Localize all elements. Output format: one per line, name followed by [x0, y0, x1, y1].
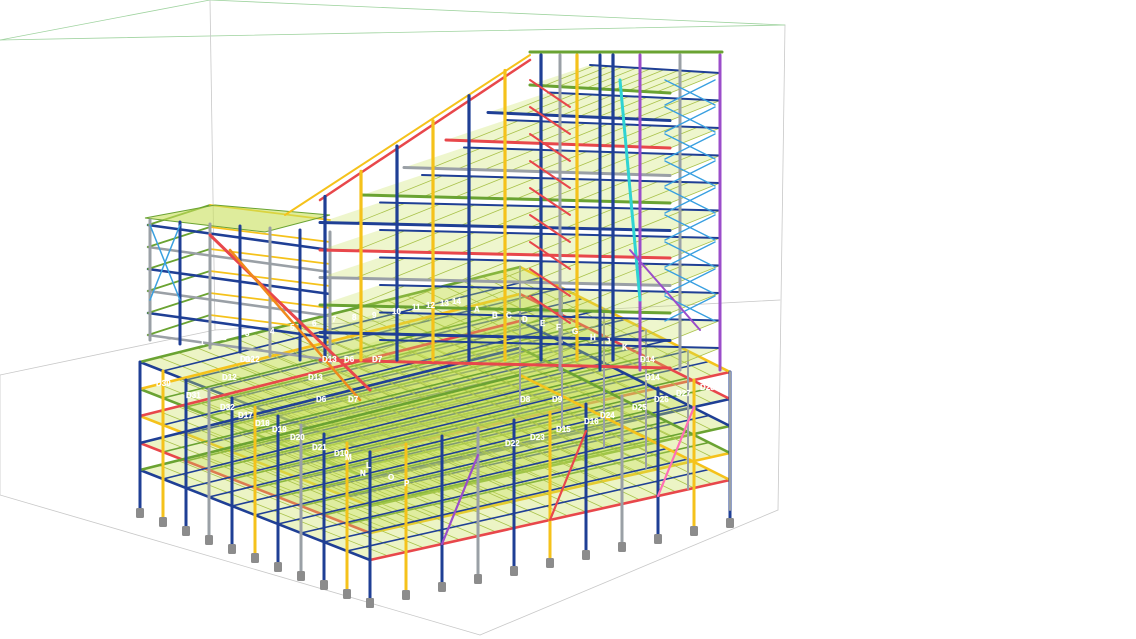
grid-label: 11: [412, 303, 421, 312]
pile-footing: [182, 526, 190, 536]
pile-footing: [726, 518, 734, 528]
pile-footing: [510, 566, 518, 576]
grid-label: D31: [186, 391, 201, 400]
pile-footing: [546, 558, 554, 568]
grid-label: D16: [584, 417, 599, 426]
pile-footing: [618, 542, 626, 552]
grid-label: D12: [245, 355, 260, 364]
grid-label: B: [492, 311, 498, 320]
grid-label: D29: [712, 377, 727, 386]
grid-label: M: [345, 453, 352, 462]
grid-label: N: [360, 469, 366, 478]
grid-label: 3: [245, 329, 250, 338]
pile-footing: [402, 590, 410, 600]
grid-label: D13: [322, 355, 337, 364]
grid-label: 9: [372, 311, 377, 320]
grid-label: D14: [640, 355, 655, 364]
grid-label: D20: [290, 433, 305, 442]
grid-label: H: [590, 333, 596, 342]
pile-footing: [251, 553, 259, 563]
pile-footing: [274, 562, 282, 572]
grid-label: E: [540, 319, 546, 328]
grid-label: D23: [530, 433, 545, 442]
pile-footing: [228, 544, 236, 554]
grid-label: D14: [645, 373, 660, 382]
pile-footing: [438, 582, 446, 592]
bounding-box-edge: [777, 24, 786, 511]
grid-label: 6: [312, 319, 317, 328]
pile-footing: [320, 580, 328, 590]
bounding-box-edge: [0, 0, 211, 41]
pile-footing: [474, 574, 482, 584]
pile-footing: [366, 598, 374, 608]
grid-label: D7: [372, 355, 383, 364]
grid-label: 10: [392, 307, 401, 316]
grid-label: 7: [332, 315, 337, 324]
grid-label: 5: [290, 323, 295, 332]
bounding-box-edge: [209, 0, 786, 26]
grid-label: L: [366, 461, 371, 470]
grid-label: D6: [316, 395, 327, 404]
grid-label: J: [606, 337, 610, 346]
grid-label: D9: [552, 395, 563, 404]
grid-label: D32: [220, 403, 235, 412]
grid-label: 8: [352, 313, 357, 322]
pile-footing: [343, 589, 351, 599]
grid-label: D: [522, 315, 528, 324]
grid-label: D27: [676, 389, 691, 398]
grid-label: 14: [452, 297, 461, 306]
grid-label: D17: [238, 411, 253, 420]
grid-label: P: [404, 479, 410, 488]
pile-footing: [690, 526, 698, 536]
pile-footing: [205, 535, 213, 545]
grid-label: D18: [255, 419, 270, 428]
grid-label: D8: [520, 395, 531, 404]
grid-label: D21: [312, 443, 327, 452]
grid-label: A: [474, 305, 480, 314]
grid-label: D24: [600, 411, 615, 420]
grid-label: D15: [556, 425, 571, 434]
bounding-box-edge: [479, 509, 779, 636]
grid-label: D12: [222, 373, 237, 382]
structural-model-canvas[interactable]: D12D12D13 D6 D7D12D13D6 D7 D8 D9D10D14D14D15D…: [0, 0, 1136, 639]
grid-label: D6: [344, 355, 355, 364]
grid-label: D26: [654, 395, 669, 404]
grid-label: D25: [632, 403, 647, 412]
pile-footing: [654, 534, 662, 544]
pile-footing: [582, 550, 590, 560]
pile-footing: [159, 517, 167, 527]
grid-label: 4: [270, 327, 275, 336]
grid-label: 12: [426, 301, 435, 310]
pile-footing: [297, 571, 305, 581]
grid-label: O: [388, 473, 394, 482]
grid-label: D7: [348, 395, 359, 404]
pile-footing: [136, 508, 144, 518]
grid-label: 2: [222, 333, 227, 342]
structural-model-viewport[interactable]: D12 D12 D13 D6 D7 D12 D13 D6 D7 D8 D9 D10 D14 D14 D15 D…: [0, 0, 1136, 639]
grid-label: D22: [505, 439, 520, 448]
grid-label: C: [506, 311, 512, 320]
grid-label: 1: [200, 338, 205, 347]
grid-label: D13: [308, 373, 323, 382]
bounding-box-edge: [0, 24, 786, 41]
grid-label: 13: [440, 299, 449, 308]
grid-label: G: [572, 327, 578, 336]
grid-label: F: [556, 323, 561, 332]
grid-label: D19: [272, 425, 287, 434]
grid-label: K: [622, 343, 628, 352]
grid-label: D30: [156, 379, 171, 388]
